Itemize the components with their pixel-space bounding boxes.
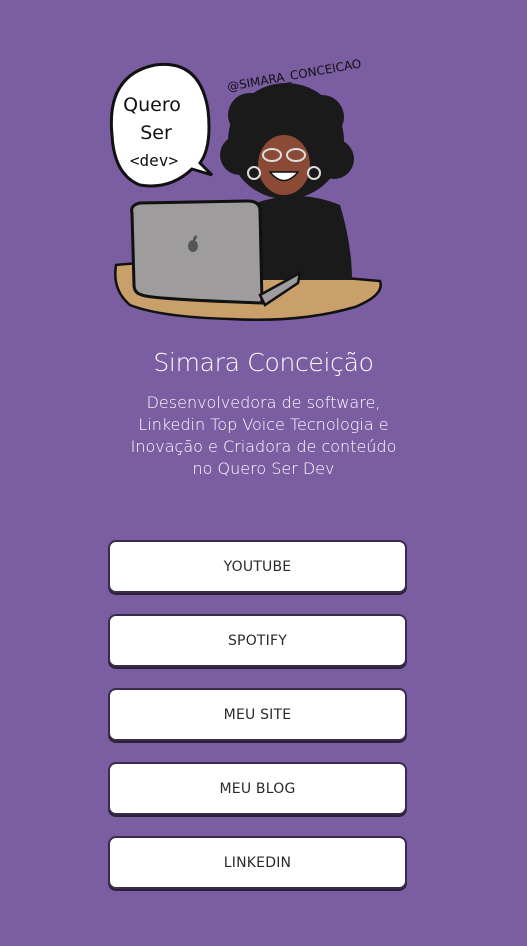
linkedin-button[interactable]: LINKEDIN xyxy=(108,836,407,889)
youtube-button[interactable]: YOUTUBE xyxy=(108,540,407,593)
profile-name: Simara Conceição xyxy=(153,348,374,377)
bubble-line2: Ser xyxy=(140,122,172,144)
meu-site-button[interactable]: MEU SITE xyxy=(108,688,407,741)
link-list: YOUTUBE SPOTIFY MEU SITE MEU BLOG LINKED… xyxy=(108,540,407,910)
avatar: Quero Ser <dev> @SIMARA_CONCEICAO xyxy=(109,57,382,322)
meu-blog-button[interactable]: MEU BLOG xyxy=(108,762,407,815)
laptop-screen xyxy=(130,199,264,305)
spotify-button[interactable]: SPOTIFY xyxy=(108,614,407,667)
face-shape xyxy=(258,135,310,195)
linktree-page: Quero Ser <dev> @SIMARA_CONCEICAO Simara… xyxy=(0,0,527,946)
bubble-line1: Quero xyxy=(123,94,181,116)
profile-bio: Desenvolvedora de software, Linkedin Top… xyxy=(130,393,397,478)
bubble-line3: <dev> xyxy=(130,151,178,170)
